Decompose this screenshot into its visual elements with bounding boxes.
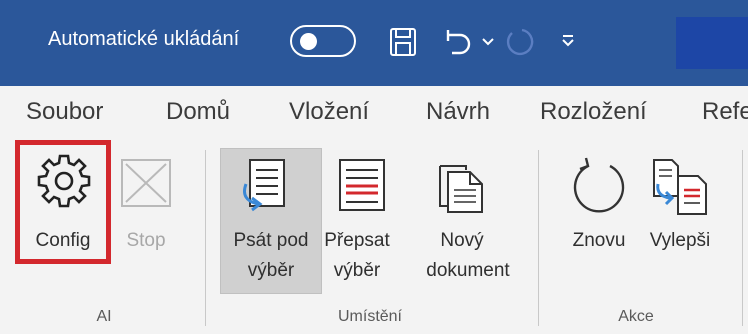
config-button[interactable]: Config	[25, 226, 101, 256]
save-icon[interactable]	[389, 27, 417, 57]
tab-soubor[interactable]: Soubor	[26, 98, 103, 126]
group-label-akce: Akce	[618, 308, 654, 325]
undo-icon[interactable]	[440, 27, 480, 57]
psat-pod-button-line2[interactable]: výběr	[216, 256, 326, 286]
customize-quick-access-icon[interactable]	[560, 33, 576, 49]
title-bar: Automatické ukládání	[0, 0, 748, 86]
undo-dropdown-icon[interactable]	[481, 36, 495, 48]
autosave-label: Automatické ukládání	[48, 28, 240, 50]
toggle-knob	[300, 33, 317, 50]
autosave-toggle[interactable]	[290, 25, 356, 57]
znovu-button[interactable]: Znovu	[560, 226, 638, 256]
stop-icon	[121, 159, 171, 207]
tab-domu[interactable]: Domů	[166, 98, 230, 126]
group-separator	[742, 150, 743, 326]
insert-below-icon[interactable]	[236, 156, 294, 216]
group-label-umisteni: Umístění	[337, 308, 402, 325]
tab-rozlozeni[interactable]: Rozložení	[540, 98, 647, 126]
vylepsi-button[interactable]: Vylepši	[634, 226, 726, 256]
tab-vlozeni[interactable]: Vložení	[289, 98, 369, 126]
psat-pod-button-line1[interactable]: Psát pod	[216, 226, 326, 256]
prepsat-button-line2[interactable]: výběr	[316, 256, 398, 286]
prepsat-button-line1[interactable]: Přepsat	[316, 226, 398, 256]
improve-icon[interactable]	[650, 156, 714, 216]
tab-reference[interactable]: Refe	[702, 98, 748, 126]
group-label-ai: AI	[96, 308, 112, 325]
refresh-icon[interactable]	[566, 156, 632, 216]
redo-icon	[506, 28, 534, 56]
overwrite-icon[interactable]	[336, 156, 388, 216]
title-bar-dark-region	[676, 17, 748, 69]
novy-dokument-button-line1[interactable]: Nový	[412, 226, 512, 256]
group-separator	[205, 150, 206, 326]
stop-button: Stop	[126, 230, 166, 251]
novy-dokument-button-line2[interactable]: dokument	[412, 256, 524, 286]
tab-navrh[interactable]: Návrh	[426, 98, 490, 126]
gear-icon[interactable]	[33, 150, 95, 212]
new-document-icon[interactable]	[436, 156, 488, 216]
group-separator	[538, 150, 539, 326]
